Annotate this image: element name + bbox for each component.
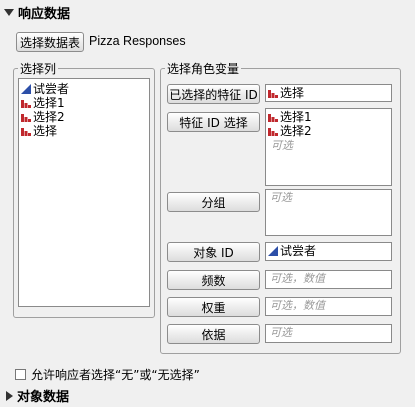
optional-placeholder: 可选	[270, 191, 292, 204]
subject-data-title: 对象数据	[17, 390, 70, 405]
list-item-label: 选择2	[33, 110, 65, 124]
allow-none-label: 允许响应者选择“无”或“无选择”	[31, 368, 200, 382]
nominal-icon	[21, 114, 31, 122]
feature-id-choice-button[interactable]: 特征 ID 选择	[167, 112, 260, 132]
disclosure-closed-icon[interactable]	[6, 390, 13, 401]
list-item-label: 试尝者	[33, 82, 70, 96]
freq-field[interactable]: 可选，数值	[265, 270, 392, 289]
list-item[interactable]: 选择1	[19, 96, 149, 110]
data-table-name: Pizza Responses	[89, 34, 186, 48]
list-item-label: 试尝者	[280, 244, 317, 258]
optional-numeric-placeholder: 可选，数值	[270, 272, 325, 285]
allow-none-option[interactable]: 允许响应者选择“无”或“无选择”	[15, 366, 200, 383]
cast-roles-title: 选择角色变量	[167, 62, 240, 76]
list-item[interactable]: 选择	[19, 124, 149, 138]
optional-placeholder: 可选	[270, 326, 292, 339]
nominal-icon	[21, 100, 31, 108]
weight-field[interactable]: 可选，数值	[265, 297, 392, 316]
nominal-icon	[268, 114, 278, 122]
disclosure-open-icon[interactable]	[4, 9, 14, 16]
nominal-icon	[268, 90, 278, 98]
continuous-icon	[268, 246, 278, 256]
list-item-label: 选择	[33, 124, 58, 138]
subject-id-field[interactable]: 试尝者	[265, 242, 392, 261]
optional-placeholder: 可选	[271, 139, 293, 152]
select-columns-title: 选择列	[20, 62, 57, 76]
feature-id-choice-listbox[interactable]: 选择1 选择2 可选	[265, 108, 392, 186]
list-item[interactable]: 选择1	[266, 110, 391, 124]
list-item-label: 选择	[280, 86, 305, 100]
nominal-icon	[21, 128, 31, 136]
grouping-button[interactable]: 分组	[167, 192, 260, 212]
column-listbox[interactable]: 试尝者 选择1 选择2 选择	[18, 78, 150, 307]
list-item[interactable]: 试尝者	[266, 244, 391, 258]
by-button[interactable]: 依据	[167, 324, 260, 344]
grouping-listbox[interactable]: 可选	[265, 189, 392, 236]
chosen-feature-id-field[interactable]: 选择	[265, 84, 392, 102]
list-item[interactable]: 选择2	[266, 124, 391, 138]
list-item-label: 选择2	[280, 124, 312, 138]
weight-button[interactable]: 权重	[167, 297, 260, 317]
list-item[interactable]: 试尝者	[19, 82, 149, 96]
list-item[interactable]: 选择2	[19, 110, 149, 124]
select-data-table-button[interactable]: 选择数据表	[16, 32, 84, 52]
freq-button[interactable]: 频数	[167, 270, 260, 290]
subject-id-button[interactable]: 对象 ID	[167, 242, 260, 262]
continuous-icon	[21, 84, 31, 94]
chosen-feature-id-button[interactable]: 已选择的特征 ID	[167, 84, 260, 104]
allow-none-checkbox[interactable]	[15, 369, 26, 380]
by-field[interactable]: 可选	[265, 324, 392, 343]
list-item-label: 选择1	[280, 110, 312, 124]
subject-data-outline-header[interactable]: 对象数据	[6, 386, 69, 405]
optional-numeric-placeholder: 可选，数值	[270, 299, 325, 312]
list-item[interactable]: 选择	[266, 86, 391, 100]
nominal-icon	[268, 128, 278, 136]
response-data-outline-header[interactable]: 响应数据	[4, 3, 70, 22]
list-item-label: 选择1	[33, 96, 65, 110]
response-data-title: 响应数据	[18, 7, 71, 22]
